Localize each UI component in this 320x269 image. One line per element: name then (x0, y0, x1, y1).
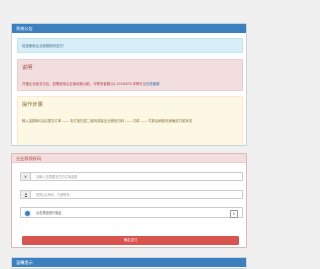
steps-heading: 操作步骤 (22, 102, 43, 108)
explain-body: 开通企业版支付后，如需使用企业版收款功能，可联系客服QQ 12345678 详情… (22, 82, 146, 86)
footer-panel: 温馨提示 (11, 257, 247, 269)
explain-text: 开通企业版支付后，如需使用企业版收款功能，可联系客服QQ 12345678 详情… (22, 81, 160, 86)
explain-heading: 说明 (22, 65, 33, 71)
yen-icon: ¥ (21, 173, 31, 180)
support-link[interactable]: 在线客服 (146, 82, 160, 86)
payment-panel: 企业版授权码 ¥ 请输入您需要支付的订单金额 您的QQ号码，方便联系 点击按钮进… (11, 153, 247, 248)
payment-panel-title: 企业版授权码 (12, 154, 246, 163)
footer-panel-title: 温馨提示 (12, 258, 246, 267)
captcha-radio-icon[interactable] (24, 209, 31, 217)
amount-field[interactable]: ¥ 请输入您需要支付的订单金额 (20, 172, 243, 181)
qq-field[interactable]: 您的QQ号码，方便联系 (20, 190, 243, 199)
user-icon (21, 191, 31, 198)
captcha-label: 点击按钮进行验证 (36, 211, 62, 215)
qq-placeholder: 您的QQ号码，方便联系 (36, 193, 70, 197)
notice-panel-title: 系统公告 (12, 24, 246, 33)
steps-text: 输入金额和QQ后提交订单 —— 支付宝扫描二维码或者企业微信扫码 —— 付款 —… (22, 119, 193, 123)
welcome-text: 欢迎使用企业版授权码支付！ (22, 44, 67, 48)
steps-alert: 操作步骤 输入金额和QQ后提交订单 —— 支付宝扫描二维码或者企业微信扫码 ——… (17, 96, 243, 145)
refresh-icon[interactable]: ↻ (230, 209, 238, 218)
amount-placeholder: 请输入您需要支付的订单金额 (36, 175, 78, 179)
notice-panel: 系统公告 欢迎使用企业版授权码支付！ 说明 开通企业版支付后，如需使用企业版收款… (11, 23, 247, 146)
captcha-widget[interactable]: 点击按钮进行验证 ↻ (20, 207, 243, 218)
submit-button[interactable]: 确定支付 (22, 236, 239, 245)
welcome-alert: 欢迎使用企业版授权码支付！ (17, 38, 243, 53)
explain-alert: 说明 开通企业版支付后，如需使用企业版收款功能，可联系客服QQ 12345678… (17, 59, 243, 91)
